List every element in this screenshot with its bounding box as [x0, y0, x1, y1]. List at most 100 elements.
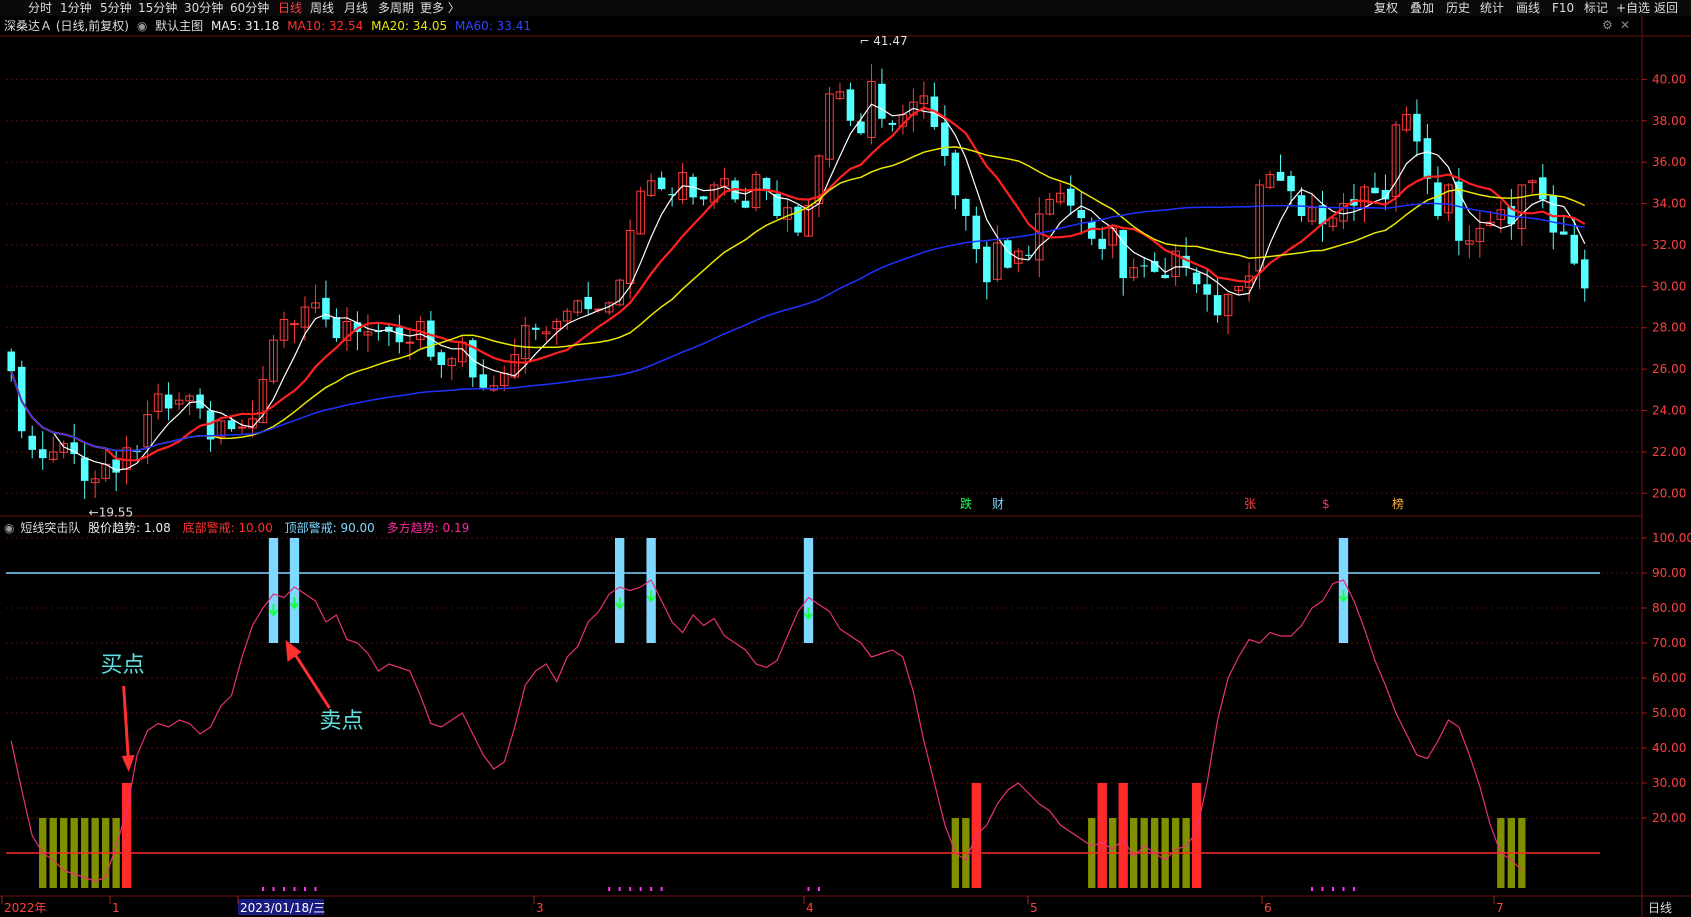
period-label: 日线 [1648, 901, 1672, 915]
candle-down [941, 122, 949, 156]
candle-down [846, 89, 855, 121]
candle-down [762, 177, 771, 190]
candle-down [1119, 230, 1127, 279]
multi-trend-dot [293, 887, 296, 891]
candle-down [1077, 209, 1086, 219]
candle-up [405, 341, 415, 344]
candle-down [888, 122, 897, 125]
multi-trend-dot [1342, 887, 1345, 891]
candle-down [164, 394, 173, 409]
main-tick-label: 32.00 [1652, 238, 1686, 252]
main-tick-label: 22.00 [1652, 445, 1686, 459]
ma10-line [10, 106, 1586, 462]
buy-signal-bar [121, 783, 132, 888]
multi-trend-dot [1311, 887, 1314, 891]
candle-down [1161, 274, 1169, 279]
bottom-axis-label: 2022年 [4, 901, 47, 915]
bottom-axis-label: 1 [112, 901, 120, 915]
candle-down [1371, 187, 1379, 194]
multi-trend-dot [660, 887, 663, 891]
sub-tick-label: 80.00 [1652, 601, 1686, 615]
event-marker: $ [1322, 497, 1330, 511]
candle-down [1413, 113, 1421, 142]
candle-down [1066, 188, 1075, 206]
stock-chart[interactable]: 20.00 22.00 24.00 26.00 28.00 30.00 32.00 34.00… [0, 0, 1691, 917]
candle-down [479, 374, 488, 388]
main-tick-label: 26.00 [1652, 362, 1686, 376]
candle-down [332, 317, 341, 339]
candle-down [1434, 182, 1442, 216]
candle-down [1098, 238, 1106, 250]
sell-arrow-icon [292, 651, 331, 709]
bottom-axis-label: 6 [1264, 901, 1272, 915]
candle-down [657, 177, 666, 190]
multi-trend-dot [282, 887, 285, 891]
multi-trend-dot [650, 887, 653, 891]
multi-trend-dot [629, 887, 632, 891]
buy-signal-bar [1097, 783, 1107, 888]
multi-trend-dot [608, 887, 611, 891]
multi-trend-dot [1321, 887, 1324, 891]
buy-arrowhead-icon [121, 755, 135, 772]
candle-down [28, 435, 37, 450]
candle-down [227, 420, 236, 430]
multi-trend-dot [817, 887, 820, 891]
candle-down [1203, 284, 1211, 295]
candle-down [584, 296, 592, 310]
high-price-label: ⌐ 41.47 [859, 34, 907, 48]
candle-down [1213, 295, 1222, 316]
sub-tick-label: 50.00 [1652, 706, 1686, 720]
candle-down [80, 457, 89, 481]
candle-down [1570, 234, 1579, 264]
buy-arrow-icon [122, 685, 131, 765]
event-marker: 张 [1244, 497, 1256, 511]
candle-down [962, 198, 970, 216]
candle-down [1539, 177, 1547, 200]
candle-down [1140, 265, 1148, 267]
event-marker: 财 [992, 497, 1004, 511]
event-marker: 榜 [1392, 496, 1404, 511]
low-price-label: ←19.55 [89, 506, 133, 520]
main-tick-label: 20.00 [1652, 486, 1686, 500]
candle-down [699, 196, 708, 200]
sub-tick-label: 70.00 [1652, 636, 1686, 650]
candle-down [1276, 171, 1285, 181]
sell-point-label: 卖点 [319, 709, 363, 734]
bottom-axis-label: 2023/01/18/三 [240, 901, 325, 915]
main-tick-label: 34.00 [1652, 197, 1686, 211]
sell-signal-bar [614, 538, 625, 643]
sub-tick-label: 40.00 [1652, 741, 1686, 755]
candle-down [1549, 194, 1558, 233]
sell-signal-bar [803, 538, 814, 643]
sub-tick-label: 30.00 [1652, 776, 1686, 790]
trend-line [10, 579, 1523, 882]
bottom-axis-label: 4 [806, 901, 814, 915]
buy-signal-bar [1118, 783, 1128, 888]
sub-tick-label: 90.00 [1652, 566, 1686, 580]
candle-down [322, 297, 330, 320]
event-marker: 跌 [960, 496, 972, 511]
main-tick-label: 36.00 [1652, 155, 1686, 169]
candle-down [741, 200, 750, 208]
main-tick-label: 28.00 [1652, 321, 1686, 335]
bottom-axis-label: 3 [536, 901, 544, 915]
bottom-axis-label: 7 [1496, 901, 1504, 915]
buy-point-label: 买点 [101, 653, 145, 678]
candle-down [972, 215, 981, 250]
candle-down [531, 327, 540, 330]
main-tick-label: 40.00 [1652, 72, 1686, 86]
candle-down [38, 449, 47, 459]
multi-trend-dot [262, 887, 265, 891]
ma20-line [10, 146, 1586, 452]
multi-trend-dot [618, 887, 621, 891]
candle-down [1559, 231, 1568, 235]
multi-trend-dot [1352, 887, 1355, 891]
multi-trend-dot [639, 887, 642, 891]
multi-trend-dot [303, 887, 306, 891]
candle-down [983, 246, 991, 283]
multi-trend-dot [272, 887, 275, 891]
candle-down [951, 152, 960, 196]
candle-down [1192, 272, 1201, 285]
multi-trend-dot [1331, 887, 1334, 891]
multi-trend-dot [807, 887, 810, 891]
